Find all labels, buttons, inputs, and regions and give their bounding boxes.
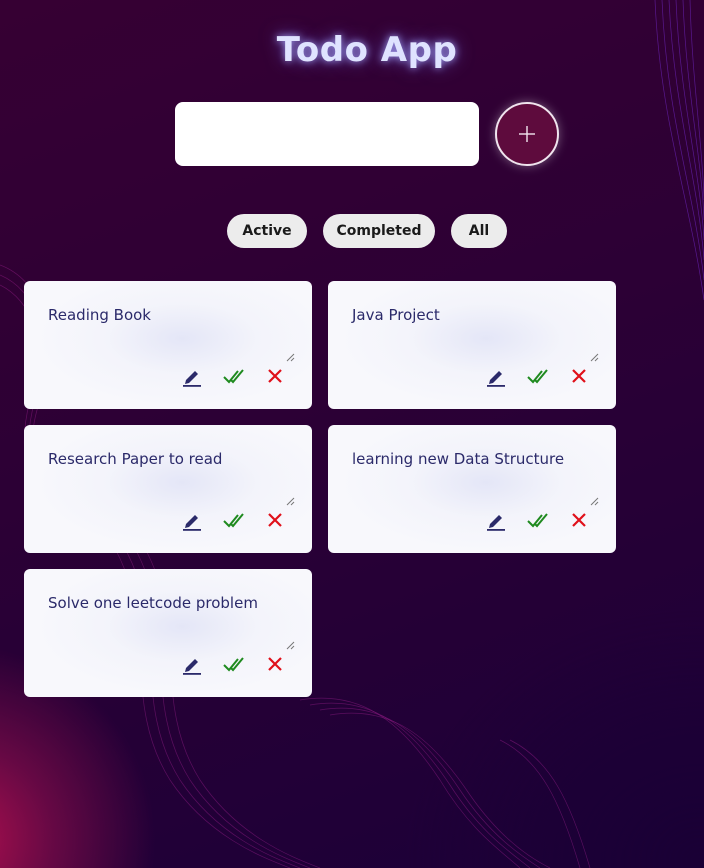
edit-button[interactable] (181, 653, 203, 675)
double-check-icon (223, 369, 244, 384)
todo-text: Research Paper to read (48, 450, 223, 468)
edit-button[interactable] (485, 365, 507, 387)
resize-handle-icon[interactable] (590, 353, 599, 362)
resize-handle-icon[interactable] (286, 641, 295, 650)
double-check-icon (527, 513, 548, 528)
todo-card: Solve one leetcode problem (24, 569, 312, 697)
pencil-icon (487, 371, 505, 387)
todo-card: Reading Book (24, 281, 312, 409)
filter-all-button[interactable]: All (451, 214, 507, 248)
filter-active-button[interactable]: Active (227, 214, 307, 248)
complete-button[interactable] (223, 509, 245, 531)
todo-text: Solve one leetcode problem (48, 594, 258, 612)
resize-handle-icon[interactable] (590, 497, 599, 506)
todo-card: Research Paper to read (24, 425, 312, 553)
app-title: Todo App (276, 30, 458, 70)
double-check-icon (527, 369, 548, 384)
double-check-icon (223, 657, 244, 672)
todo-card: Java Project (328, 281, 616, 409)
edit-button[interactable] (485, 509, 507, 531)
resize-handle-icon[interactable] (286, 497, 295, 506)
close-icon (268, 513, 282, 527)
close-icon (268, 369, 282, 383)
close-icon (268, 657, 282, 671)
edit-button[interactable] (181, 509, 203, 531)
add-todo-button[interactable] (495, 102, 559, 166)
complete-button[interactable] (527, 509, 549, 531)
complete-button[interactable] (527, 365, 549, 387)
delete-button[interactable] (264, 653, 286, 675)
todo-text: learning new Data Structure (352, 450, 565, 468)
pencil-icon (183, 515, 201, 531)
todo-text: Java Project (352, 306, 440, 324)
delete-button[interactable] (568, 365, 590, 387)
complete-button[interactable] (223, 365, 245, 387)
todo-text: Reading Book (48, 306, 151, 324)
delete-button[interactable] (264, 365, 286, 387)
close-icon (572, 369, 586, 383)
filter-completed-button[interactable]: Completed (323, 214, 435, 248)
pencil-icon (183, 371, 201, 387)
pencil-icon (487, 515, 505, 531)
pencil-icon (183, 659, 201, 675)
double-check-icon (223, 513, 244, 528)
resize-handle-icon[interactable] (286, 353, 295, 362)
todo-card: learning new Data Structure (328, 425, 616, 553)
edit-button[interactable] (181, 365, 203, 387)
complete-button[interactable] (223, 653, 245, 675)
delete-button[interactable] (264, 509, 286, 531)
todo-input[interactable] (175, 102, 479, 166)
plus-icon (519, 126, 535, 142)
delete-button[interactable] (568, 509, 590, 531)
close-icon (572, 513, 586, 527)
